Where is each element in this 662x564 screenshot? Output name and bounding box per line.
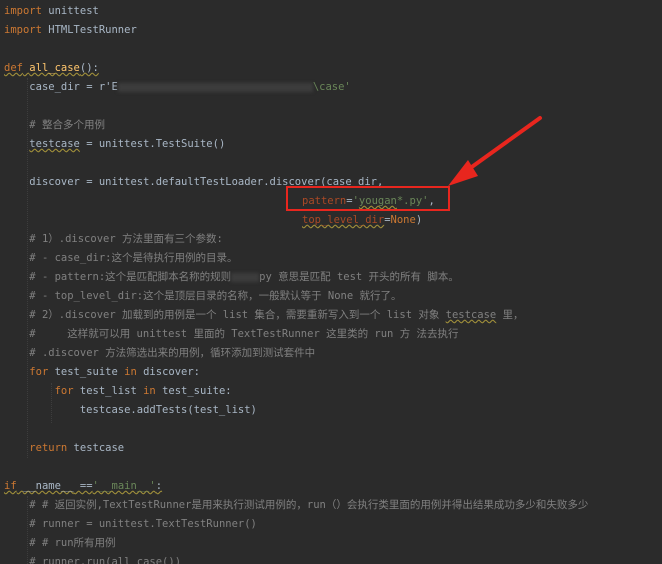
- code-editor[interactable]: import unittest import HTMLTestRunner de…: [0, 0, 662, 564]
- annotation-arrow-icon: [448, 116, 542, 186]
